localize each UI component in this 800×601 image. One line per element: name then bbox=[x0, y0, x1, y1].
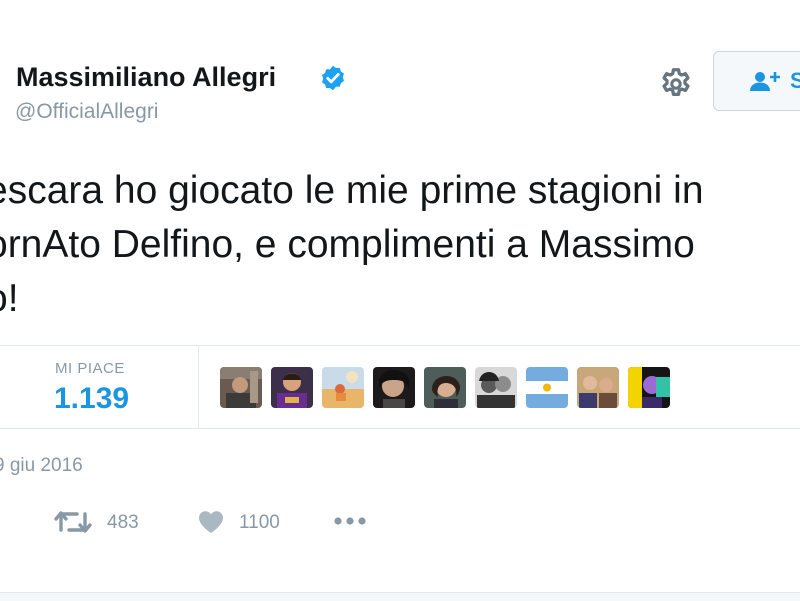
add-user-icon bbox=[750, 72, 780, 91]
tweet-card: Massimiliano Allegri @OfficialAllegri S … bbox=[0, 0, 800, 601]
author-handle[interactable]: @OfficialAllegri bbox=[15, 100, 158, 124]
liker-avatar[interactable] bbox=[220, 367, 262, 408]
likes-count[interactable]: 1.139 bbox=[54, 382, 129, 416]
stats-divider bbox=[198, 346, 199, 428]
likes-label[interactable]: MI PIACE bbox=[55, 360, 125, 377]
follow-button[interactable]: S bbox=[713, 51, 800, 111]
tweet-text-line: ornAto Delfino, e complimenti a Massimo bbox=[0, 223, 695, 266]
tweet-timestamp[interactable]: 9 giu 2016 bbox=[0, 455, 83, 477]
liker-avatar[interactable] bbox=[424, 367, 466, 408]
liker-avatar[interactable] bbox=[373, 367, 415, 408]
liker-avatar[interactable] bbox=[271, 367, 313, 408]
heart-icon[interactable] bbox=[198, 510, 224, 534]
liker-avatar[interactable] bbox=[577, 367, 619, 408]
verified-badge-icon bbox=[322, 65, 344, 91]
tweet-text: escara ho giocato le mie prime stagioni … bbox=[0, 164, 800, 326]
liker-avatar[interactable] bbox=[628, 367, 670, 408]
tweet-text-line: o! bbox=[0, 277, 19, 320]
retweet-icon[interactable] bbox=[54, 508, 92, 536]
retweet-count[interactable]: 483 bbox=[107, 512, 139, 534]
like-count[interactable]: 1100 bbox=[239, 512, 280, 534]
liker-avatar[interactable] bbox=[322, 367, 364, 408]
more-dots-icon[interactable] bbox=[332, 514, 368, 528]
author-name[interactable]: Massimiliano Allegri bbox=[16, 62, 276, 93]
tweet-text-line: escara ho giocato le mie prime stagioni … bbox=[0, 169, 704, 212]
gear-icon[interactable] bbox=[658, 66, 694, 102]
liker-avatar[interactable] bbox=[475, 367, 517, 408]
tweet-stats: MI PIACE 1.139 bbox=[0, 345, 800, 429]
follow-button-label: S bbox=[790, 68, 800, 93]
liker-avatar[interactable] bbox=[526, 367, 568, 408]
